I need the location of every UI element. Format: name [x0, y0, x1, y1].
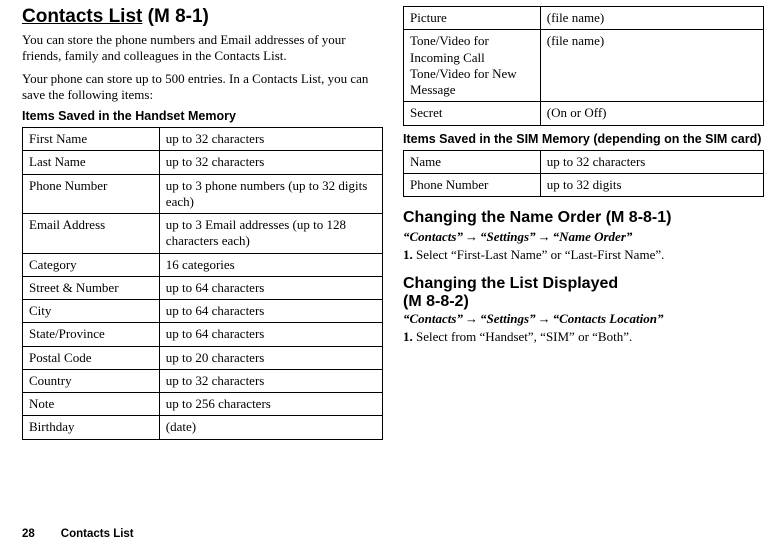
cell-value: up to 64 characters: [159, 300, 382, 323]
table-row: Email Addressup to 3 Email addresses (up…: [23, 214, 383, 254]
handset-memory-heading: Items Saved in the Handset Memory: [22, 109, 383, 123]
cell-key: Country: [23, 369, 160, 392]
step-text: Select from “Handset”, “SIM” or “Both”.: [416, 329, 632, 344]
table-row: Cityup to 64 characters: [23, 300, 383, 323]
sim-memory-table: Nameup to 32 characters Phone Numberup t…: [403, 150, 764, 198]
table-row: Phone Numberup to 32 digits: [404, 173, 764, 196]
cell-value: up to 64 characters: [159, 323, 382, 346]
table-row: Picture(file name): [404, 7, 764, 30]
cell-key: State/Province: [23, 323, 160, 346]
handset-memory-table-cont: Picture(file name) Tone/Video for Incomi…: [403, 6, 764, 126]
cell-key: Picture: [404, 7, 541, 30]
handset-memory-table: First Nameup to 32 characters Last Nameu…: [22, 127, 383, 440]
cell-key: Phone Number: [404, 173, 541, 196]
title-underline: Contacts List: [22, 6, 142, 27]
table-row: Tone/Video for Incoming Call Tone/Video …: [404, 30, 764, 102]
intro-paragraph-1: You can store the phone numbers and Emai…: [22, 32, 383, 65]
step-name-order: 1. Select “First-Last Name” or “Last-Fir…: [403, 247, 764, 263]
arrow-icon: →: [463, 311, 480, 326]
right-column: Picture(file name) Tone/Video for Incomi…: [403, 6, 764, 440]
path-part: “Contacts”: [403, 311, 463, 326]
arrow-icon: →: [536, 311, 553, 326]
table-row: Postal Codeup to 20 characters: [23, 346, 383, 369]
left-column: Contacts List (M 8-1) You can store the …: [22, 6, 383, 440]
cell-value: up to 64 characters: [159, 276, 382, 299]
path-part: “Contacts”: [403, 229, 463, 244]
arrow-icon: →: [463, 229, 480, 244]
table-row: Street & Numberup to 64 characters: [23, 276, 383, 299]
page-number: 28: [22, 528, 35, 540]
intro-paragraph-2: Your phone can store up to 500 entries. …: [22, 71, 383, 104]
cell-value: (file name): [540, 7, 763, 30]
cell-value: up to 20 characters: [159, 346, 382, 369]
nav-path-list-displayed: “Contacts”→“Settings”→“Contacts Location…: [403, 311, 764, 327]
cell-value: (date): [159, 416, 382, 439]
table-row: Secret(On or Off): [404, 102, 764, 125]
cell-key: Last Name: [23, 151, 160, 174]
table-row: Countryup to 32 characters: [23, 369, 383, 392]
path-part: “Settings”: [480, 311, 536, 326]
cell-key: City: [23, 300, 160, 323]
cell-value: up to 32 characters: [159, 369, 382, 392]
section-heading-list-displayed: Changing the List Displayed (M 8-8-2): [403, 275, 764, 311]
path-part: “Name Order”: [553, 229, 633, 244]
cell-value: up to 3 Email addresses (up to 128 chara…: [159, 214, 382, 254]
step-number: 1.: [403, 247, 413, 262]
cell-key: Note: [23, 393, 160, 416]
cell-value: (On or Off): [540, 102, 763, 125]
cell-key: Phone Number: [23, 174, 160, 214]
table-row: State/Provinceup to 64 characters: [23, 323, 383, 346]
title-suffix: (M 8-1): [142, 6, 209, 27]
table-row: Phone Numberup to 3 phone numbers (up to…: [23, 174, 383, 214]
cell-key: Category: [23, 253, 160, 276]
sec2-line1: Changing the List Displayed: [403, 275, 618, 292]
section-heading-name-order: Changing the Name Order (M 8-8-1): [403, 209, 764, 227]
cell-key: Tone/Video for Incoming Call Tone/Video …: [404, 30, 541, 102]
cell-value: (file name): [540, 30, 763, 102]
cell-value: up to 32 characters: [540, 150, 763, 173]
path-part: “Settings”: [480, 229, 536, 244]
step-list-displayed: 1. Select from “Handset”, “SIM” or “Both…: [403, 329, 764, 345]
cell-value: up to 32 characters: [159, 151, 382, 174]
table-row: Noteup to 256 characters: [23, 393, 383, 416]
table-row: Birthday(date): [23, 416, 383, 439]
nav-path-name-order: “Contacts”→“Settings”→“Name Order”: [403, 229, 764, 245]
cell-key: Postal Code: [23, 346, 160, 369]
cell-value: up to 256 characters: [159, 393, 382, 416]
footer-title: Contacts List: [61, 528, 134, 540]
sec2-line2: (M 8-8-2): [403, 293, 469, 310]
page-content: Contacts List (M 8-1) You can store the …: [0, 0, 782, 440]
cell-key: First Name: [23, 128, 160, 151]
cell-key: Email Address: [23, 214, 160, 254]
table-row: First Nameup to 32 characters: [23, 128, 383, 151]
cell-key: Name: [404, 150, 541, 173]
path-part: “Contacts Location”: [553, 311, 664, 326]
cell-value: up to 32 digits: [540, 173, 763, 196]
table-row: Last Nameup to 32 characters: [23, 151, 383, 174]
sim-memory-heading: Items Saved in the SIM Memory (depending…: [403, 132, 764, 146]
table-row: Category16 categories: [23, 253, 383, 276]
cell-key: Birthday: [23, 416, 160, 439]
cell-key: Street & Number: [23, 276, 160, 299]
page-footer: 28 Contacts List: [22, 528, 134, 540]
step-number: 1.: [403, 329, 413, 344]
page-title: Contacts List (M 8-1): [22, 6, 383, 28]
table-row: Nameup to 32 characters: [404, 150, 764, 173]
arrow-icon: →: [536, 229, 553, 244]
step-text: Select “First-Last Name” or “Last-First …: [416, 247, 664, 262]
cell-value: 16 categories: [159, 253, 382, 276]
cell-value: up to 32 characters: [159, 128, 382, 151]
cell-key: Secret: [404, 102, 541, 125]
cell-value: up to 3 phone numbers (up to 32 digits e…: [159, 174, 382, 214]
